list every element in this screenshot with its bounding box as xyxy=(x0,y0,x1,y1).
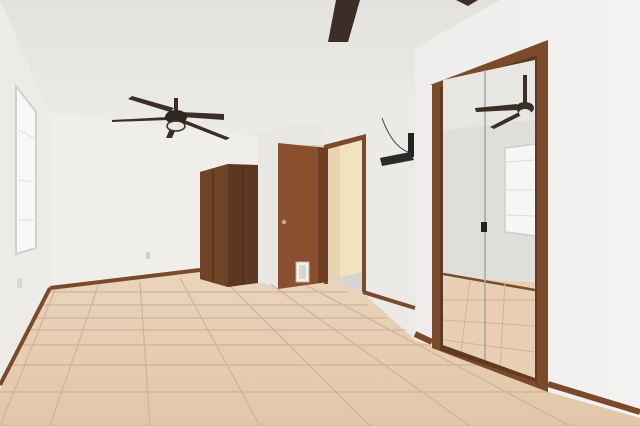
room-photo xyxy=(0,0,640,426)
mirror-door-pull xyxy=(481,222,487,232)
door-edge-shade xyxy=(318,147,328,283)
door-knob xyxy=(281,219,287,225)
hallway-light xyxy=(329,145,340,280)
room-scene xyxy=(0,0,640,426)
wall-outlet-back xyxy=(146,252,150,259)
cabinet-side xyxy=(200,164,228,287)
outlet xyxy=(17,278,22,288)
window xyxy=(15,83,37,256)
